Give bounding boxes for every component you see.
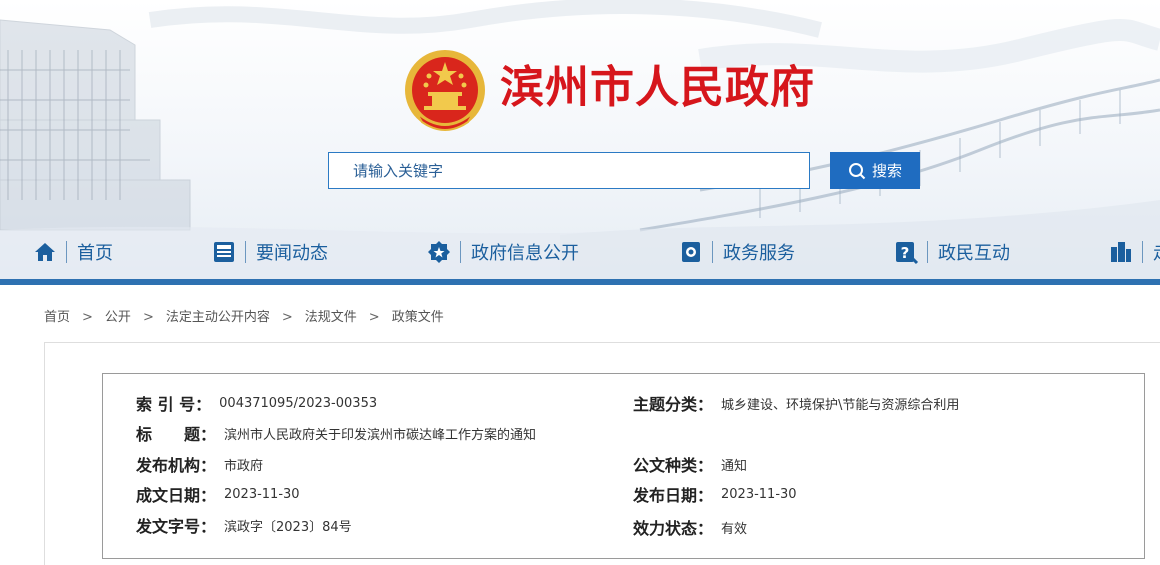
svg-text:?: ? <box>901 244 910 262</box>
breadcrumb: 首页 > 公开 > 法定主动公开内容 > 法规文件 > 政策文件 <box>44 310 444 325</box>
field-value: 通知 <box>721 458 748 474</box>
document-info-table: 索 引 号： 004371095/2023-00353 主题分类： 城乡建设、环… <box>102 373 1145 559</box>
field-value: 2023-11-30 <box>224 486 300 502</box>
field-label: 发布机构： <box>136 456 217 475</box>
nav-item-gov-info[interactable]: 政府信息公开 <box>426 232 579 272</box>
search-icon <box>848 162 866 179</box>
nav-item-label: 政务服务 <box>723 243 795 264</box>
national-emblem-logo <box>405 50 485 131</box>
field-label: 主题分类： <box>633 395 714 414</box>
breadcrumb-policy-documents[interactable]: 政策文件 <box>392 310 444 325</box>
field-label: 索 引 号： <box>136 395 212 414</box>
badge-icon <box>426 239 452 265</box>
nav-item-label: 政府信息公开 <box>471 243 579 264</box>
breadcrumb-home[interactable]: 首页 <box>44 310 70 325</box>
question-icon: ? <box>893 239 919 265</box>
nav-item-label: 政民互动 <box>938 243 1010 264</box>
site-header: 滨州市人民政府 搜索 首页 要闻动态 政府信 <box>0 0 1160 280</box>
field-label: 成文日期： <box>136 486 217 505</box>
field-index-no: 索 引 号： 004371095/2023-00353 <box>136 391 377 415</box>
breadcrumb-statutory-content[interactable]: 法定主动公开内容 <box>166 310 270 325</box>
field-label: 效力状态： <box>633 519 714 538</box>
building-icon <box>1108 239 1134 265</box>
field-topic: 主题分类： 城乡建设、环境保护\节能与资源综合利用 <box>633 391 959 415</box>
field-title: 标 题： 滨州市人民政府关于印发滨州市碳达峰工作方案的通知 <box>136 421 536 445</box>
field-value: 004371095/2023-00353 <box>219 395 378 411</box>
service-icon <box>678 239 704 265</box>
news-icon <box>211 239 237 265</box>
search-input[interactable] <box>328 152 810 189</box>
field-publisher: 发布机构： 市政府 <box>136 452 263 476</box>
nav-separator <box>460 241 461 263</box>
nav-separator <box>1142 241 1143 263</box>
nav-item-service[interactable]: 政务服务 <box>678 232 795 272</box>
field-doc-type: 公文种类： 通知 <box>633 452 747 476</box>
field-value: 滨政字〔2023〕84号 <box>224 519 352 535</box>
field-value: 2023-11-30 <box>721 486 797 502</box>
field-label: 发文字号： <box>136 517 217 536</box>
search-button-label: 搜索 <box>871 162 902 180</box>
nav-item-more[interactable]: 走 <box>1108 232 1160 272</box>
main-nav: 首页 要闻动态 政府信息公开 政务服务 ? 政民互动 <box>0 232 1160 274</box>
nav-underline-bar <box>0 279 1160 285</box>
field-written-date: 成文日期： 2023-11-30 <box>136 482 300 506</box>
field-value: 滨州市人民政府关于印发滨州市碳达峰工作方案的通知 <box>224 427 537 443</box>
nav-item-label: 首页 <box>77 243 113 264</box>
field-label: 公文种类： <box>633 456 714 475</box>
nav-separator <box>927 241 928 263</box>
search-button[interactable]: 搜索 <box>830 152 920 189</box>
home-icon <box>32 239 58 265</box>
field-label: 发布日期： <box>633 486 714 505</box>
breadcrumb-public[interactable]: 公开 <box>105 310 131 325</box>
field-value: 市政府 <box>224 458 264 474</box>
nav-item-interaction[interactable]: ? 政民互动 <box>893 232 1010 272</box>
field-doc-number: 发文字号： 滨政字〔2023〕84号 <box>136 513 352 537</box>
field-validity: 效力状态： 有效 <box>633 515 747 539</box>
field-value: 有效 <box>721 521 748 537</box>
nav-separator <box>712 241 713 263</box>
field-label: 标 题： <box>136 425 217 444</box>
breadcrumb-regulations[interactable]: 法规文件 <box>305 310 357 325</box>
nav-separator <box>245 241 246 263</box>
site-title: 滨州市人民政府 <box>500 62 815 113</box>
nav-separator <box>66 241 67 263</box>
field-value: 城乡建设、环境保护\节能与资源综合利用 <box>721 397 960 413</box>
nav-item-home[interactable]: 首页 <box>32 232 113 272</box>
field-publish-date: 发布日期： 2023-11-30 <box>633 482 797 506</box>
nav-item-label: 走 <box>1153 239 1160 265</box>
nav-item-news[interactable]: 要闻动态 <box>211 232 328 272</box>
nav-item-label: 要闻动态 <box>256 243 328 264</box>
